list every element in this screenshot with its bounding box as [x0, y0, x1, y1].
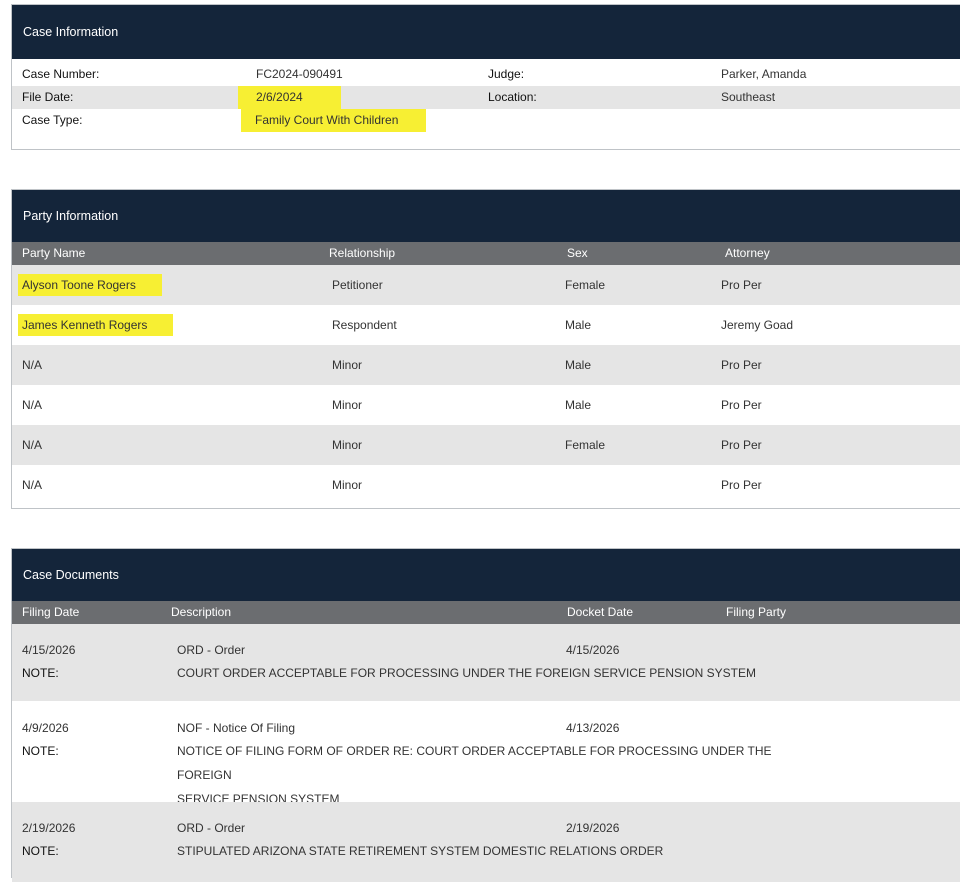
- document-docket-date: 4/15/2026: [566, 643, 620, 657]
- note-line: NOTICE OF FILING FORM OF ORDER RE: COURT…: [177, 744, 772, 782]
- document-filing-date: 2/19/2026: [22, 821, 76, 835]
- case-information-panel: Case Information Case Number: FC2024-090…: [11, 4, 960, 150]
- party-relationship: Minor: [332, 358, 363, 372]
- party-column-headers: Party Name Relationship Sex Attorney: [12, 242, 960, 265]
- file-date-value: 2/6/2024: [238, 86, 341, 109]
- documents-column-headers: Filing Date Description Docket Date Fili…: [12, 601, 960, 624]
- party-attorney: Pro Per: [721, 358, 762, 372]
- party-relationship: Petitioner: [332, 278, 383, 292]
- party-information-header: Party Information: [12, 190, 960, 242]
- col-attorney: Attorney: [725, 246, 770, 260]
- party-name: N/A: [22, 478, 43, 492]
- note-label: NOTE:: [22, 844, 59, 858]
- file-date-row: File Date: 2/6/2024 Location: Southeast: [12, 86, 960, 109]
- party-name: James Kenneth Rogers: [18, 314, 174, 336]
- party-attorney: Pro Per: [721, 478, 762, 492]
- document-note: COURT ORDER ACCEPTABLE FOR PROCESSING UN…: [177, 661, 797, 685]
- case-number-value: FC2024-090491: [256, 67, 343, 81]
- case-documents-panel: Case Documents Filing Date Description D…: [11, 548, 960, 882]
- party-sex: Male: [565, 318, 592, 332]
- party-sex: Male: [565, 398, 592, 412]
- col-filing-party: Filing Party: [726, 605, 787, 619]
- document-note: STIPULATED ARIZONA STATE RETIREMENT SYST…: [177, 839, 797, 863]
- judge-label: Judge:: [488, 67, 525, 81]
- party-information-panel: Party Information Party Name Relationshi…: [11, 189, 960, 509]
- party-relationship: Minor: [332, 398, 363, 412]
- location-value: Southeast: [721, 90, 776, 104]
- case-type-row: Case Type: Family Court With Children: [12, 109, 960, 132]
- note-line: COURT ORDER ACCEPTABLE FOR PROCESSING UN…: [177, 666, 756, 680]
- note-line: STIPULATED ARIZONA STATE RETIREMENT SYST…: [177, 844, 664, 858]
- party-attorney: Pro Per: [721, 438, 762, 452]
- document-row: 4/9/2026 NOF - Notice Of Filing 4/13/202…: [12, 701, 960, 806]
- case-number-row: Case Number: FC2024-090491 Judge: Parker…: [12, 63, 960, 86]
- document-docket-date: 2/19/2026: [566, 821, 620, 835]
- document-description: ORD - Order: [177, 821, 246, 835]
- party-row: N/A Minor Male Pro Per: [12, 385, 960, 425]
- party-relationship: Respondent: [332, 318, 397, 332]
- file-date-label: File Date:: [22, 90, 74, 104]
- location-label: Location:: [488, 90, 537, 104]
- party-name: N/A: [22, 438, 43, 452]
- party-name: Alyson Toone Rogers: [18, 274, 162, 296]
- col-sex: Sex: [567, 246, 588, 260]
- party-row: N/A Minor Female Pro Per: [12, 425, 960, 465]
- party-relationship: Minor: [332, 438, 363, 452]
- note-label: NOTE:: [22, 744, 59, 758]
- case-type-label: Case Type:: [22, 113, 83, 127]
- document-filing-date: 4/9/2026: [22, 721, 69, 735]
- judge-value: Parker, Amanda: [721, 67, 807, 81]
- document-note: NOTICE OF FILING FORM OF ORDER RE: COURT…: [177, 739, 797, 811]
- party-row: N/A Minor Pro Per: [12, 465, 960, 505]
- party-row: James Kenneth Rogers Respondent Male Jer…: [12, 305, 960, 345]
- party-relationship: Minor: [332, 478, 363, 492]
- document-filing-date: 4/15/2026: [22, 643, 76, 657]
- party-attorney: Pro Per: [721, 398, 762, 412]
- party-attorney: Jeremy Goad: [721, 318, 794, 332]
- party-name: N/A: [22, 398, 43, 412]
- case-documents-header: Case Documents: [12, 549, 960, 601]
- document-description: NOF - Notice Of Filing: [177, 721, 296, 735]
- col-description: Description: [171, 605, 232, 619]
- party-sex: Female: [565, 278, 606, 292]
- party-row: N/A Minor Male Pro Per: [12, 345, 960, 385]
- col-relationship: Relationship: [329, 246, 396, 260]
- party-row: Alyson Toone Rogers Petitioner Female Pr…: [12, 265, 960, 305]
- document-row: 2/19/2026 ORD - Order 2/19/2026 NOTE: ST…: [12, 802, 960, 882]
- col-docket-date: Docket Date: [567, 605, 634, 619]
- case-information-header: Case Information: [12, 5, 960, 59]
- note-label: NOTE:: [22, 666, 59, 680]
- party-attorney: Pro Per: [721, 278, 762, 292]
- party-sex: Male: [565, 358, 592, 372]
- document-docket-date: 4/13/2026: [566, 721, 620, 735]
- party-sex: Female: [565, 438, 606, 452]
- party-name: N/A: [22, 358, 43, 372]
- col-party-name: Party Name: [22, 246, 86, 260]
- case-number-label: Case Number:: [22, 67, 100, 81]
- col-filing-date: Filing Date: [22, 605, 80, 619]
- document-description: ORD - Order: [177, 643, 246, 657]
- case-type-value: Family Court With Children: [241, 109, 427, 132]
- document-row: 4/15/2026 ORD - Order 4/15/2026 NOTE: CO…: [12, 624, 960, 701]
